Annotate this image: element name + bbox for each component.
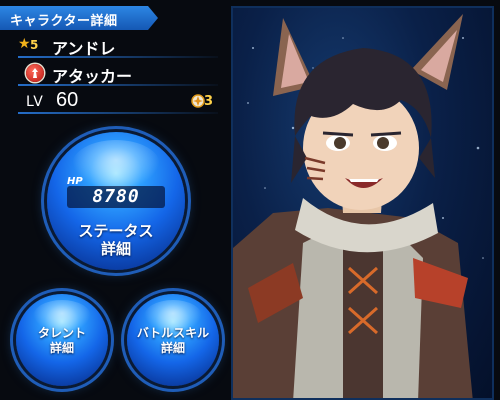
status-label-line1: ステータス bbox=[78, 222, 154, 240]
level-value: 60 bbox=[56, 89, 79, 111]
character-illustration bbox=[233, 14, 484, 398]
rarity-value: 5 bbox=[30, 38, 39, 52]
talent-detail-button[interactable]: タレント 詳細 bbox=[16, 294, 108, 386]
battle-skill-label-line1: バトルスキル bbox=[136, 326, 210, 340]
star-icon: ★ bbox=[18, 36, 31, 52]
level-label: LV bbox=[26, 94, 44, 110]
rarity-badge: ★ 5 bbox=[18, 36, 46, 53]
status-detail-label: ステータス 詳細 bbox=[47, 222, 185, 258]
attacker-role-icon bbox=[26, 64, 44, 82]
battle-skill-detail-label: バトルスキル 詳細 bbox=[127, 326, 219, 356]
row-divider bbox=[18, 112, 218, 114]
character-detail-screen: キャラクター詳細 ★ 5 アンドレ アタッカー LV 60 3 HP 8780 … bbox=[0, 0, 500, 400]
row-divider bbox=[18, 56, 218, 58]
battle-skill-detail-button[interactable]: バトルスキル 詳細 bbox=[127, 294, 219, 386]
limit-break-count: 3 bbox=[204, 94, 214, 109]
hp-value: 8780 bbox=[67, 186, 165, 208]
row-divider bbox=[18, 84, 218, 86]
talent-label-line1: タレント bbox=[37, 326, 86, 340]
level-row: LV 60 3 bbox=[18, 88, 218, 114]
character-portrait bbox=[231, 6, 494, 400]
screen-title: キャラクター詳細 bbox=[10, 14, 118, 29]
role-row: アタッカー bbox=[18, 60, 218, 86]
talent-label-line2: 詳細 bbox=[49, 341, 74, 355]
talent-detail-label: タレント 詳細 bbox=[16, 326, 108, 356]
hp-display: HP 8780 bbox=[67, 176, 165, 208]
character-detail-tab: キャラクター詳細 bbox=[0, 6, 158, 30]
status-detail-button[interactable]: HP 8780 ステータス 詳細 bbox=[47, 132, 185, 270]
status-label-line2: 詳細 bbox=[100, 240, 131, 258]
name-row: ★ 5 アンドレ bbox=[18, 32, 218, 58]
battle-skill-label-line2: 詳細 bbox=[160, 341, 185, 355]
